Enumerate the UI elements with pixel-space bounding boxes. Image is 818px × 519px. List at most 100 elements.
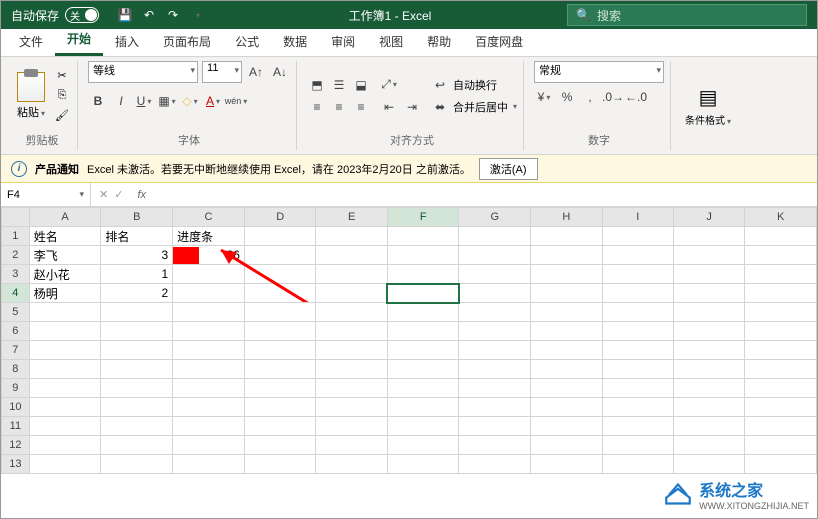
cell[interactable] [673,246,744,265]
cell[interactable] [244,360,316,379]
tab-insert[interactable]: 插入 [103,27,151,56]
cell[interactable] [29,379,101,398]
cell[interactable]: 2 [101,284,173,303]
tab-help[interactable]: 帮助 [415,27,463,56]
row-header[interactable]: 3 [2,265,30,284]
font-name-combo[interactable]: 等线 [88,61,198,83]
align-bottom-icon[interactable]: ⬓ [351,75,371,95]
col-header[interactable]: I [602,208,673,227]
cell[interactable] [316,284,388,303]
cell[interactable] [459,341,531,360]
italic-icon[interactable]: I [111,91,131,111]
cell[interactable] [244,417,316,436]
cell[interactable] [745,360,817,379]
align-left-icon[interactable]: ≡ [307,97,327,117]
cell[interactable] [673,265,744,284]
cell[interactable] [101,303,173,322]
cell[interactable]: 杨明 [29,284,101,303]
cell[interactable] [531,227,603,246]
col-header[interactable]: C [173,208,245,227]
cell[interactable] [459,265,531,284]
cell[interactable] [316,379,388,398]
align-center-icon[interactable]: ≡ [329,97,349,117]
cell[interactable] [673,398,744,417]
cell[interactable] [459,398,531,417]
cell[interactable] [316,398,388,417]
cell[interactable] [244,398,316,417]
currency-icon[interactable]: ¥ [534,87,554,107]
cell[interactable] [459,455,531,474]
row-header[interactable]: 4 [2,284,30,303]
cell[interactable] [387,417,459,436]
row-header[interactable]: 10 [2,398,30,417]
cell[interactable] [244,303,316,322]
cell[interactable]: 姓名 [29,227,101,246]
cell[interactable] [387,398,459,417]
cell[interactable] [602,417,673,436]
cell[interactable] [459,227,531,246]
cell[interactable] [602,436,673,455]
outdent-icon[interactable]: ⇤ [379,97,399,117]
cell[interactable] [673,322,744,341]
cell[interactable] [745,341,817,360]
cell[interactable] [531,341,603,360]
select-all-corner[interactable] [2,208,30,227]
row-header[interactable]: 12 [2,436,30,455]
cell[interactable] [602,360,673,379]
cell-progress[interactable]: 36 [173,246,245,265]
cell[interactable] [459,436,531,455]
tab-data[interactable]: 数据 [271,27,319,56]
cell[interactable] [602,303,673,322]
cell[interactable] [101,455,173,474]
cell[interactable] [101,360,173,379]
enter-icon[interactable]: ✓ [114,188,123,201]
col-header[interactable]: F [387,208,459,227]
merge-button[interactable]: ⬌合并后居中 [430,97,517,117]
cell[interactable] [387,265,459,284]
cell[interactable] [745,246,817,265]
cell[interactable] [745,455,817,474]
cell[interactable] [29,417,101,436]
redo-icon[interactable]: ↷ [165,7,181,23]
fx-icon[interactable]: fx [131,189,152,201]
cell[interactable] [101,398,173,417]
cell[interactable] [244,227,316,246]
cell[interactable] [173,398,245,417]
row-header[interactable]: 1 [2,227,30,246]
cell[interactable] [387,379,459,398]
cell[interactable] [244,265,316,284]
row-header[interactable]: 8 [2,360,30,379]
copy-icon[interactable]: ⎘ [53,87,71,105]
cell[interactable] [602,284,673,303]
cell[interactable] [531,436,603,455]
cell[interactable] [244,284,316,303]
col-header[interactable]: J [673,208,744,227]
cell[interactable] [387,227,459,246]
cell[interactable] [316,417,388,436]
cell[interactable] [531,246,603,265]
cell[interactable] [101,341,173,360]
cell[interactable] [745,322,817,341]
cell[interactable] [244,341,316,360]
col-header[interactable]: E [316,208,388,227]
cell[interactable] [387,303,459,322]
cell[interactable] [602,227,673,246]
row-header[interactable]: 11 [2,417,30,436]
cell[interactable] [531,379,603,398]
cell[interactable] [459,322,531,341]
toggle-switch[interactable]: 关 [65,7,99,23]
cell[interactable] [531,284,603,303]
decrease-decimal-icon[interactable]: ←.0 [626,87,646,107]
cell[interactable] [745,227,817,246]
cell[interactable] [244,379,316,398]
cell[interactable]: 3 [101,246,173,265]
cell[interactable] [602,265,673,284]
cell[interactable] [244,436,316,455]
cell[interactable] [673,379,744,398]
cell[interactable] [673,303,744,322]
cell[interactable] [387,360,459,379]
cell[interactable] [101,436,173,455]
row-header[interactable]: 13 [2,455,30,474]
row-header[interactable]: 7 [2,341,30,360]
cell[interactable] [459,379,531,398]
